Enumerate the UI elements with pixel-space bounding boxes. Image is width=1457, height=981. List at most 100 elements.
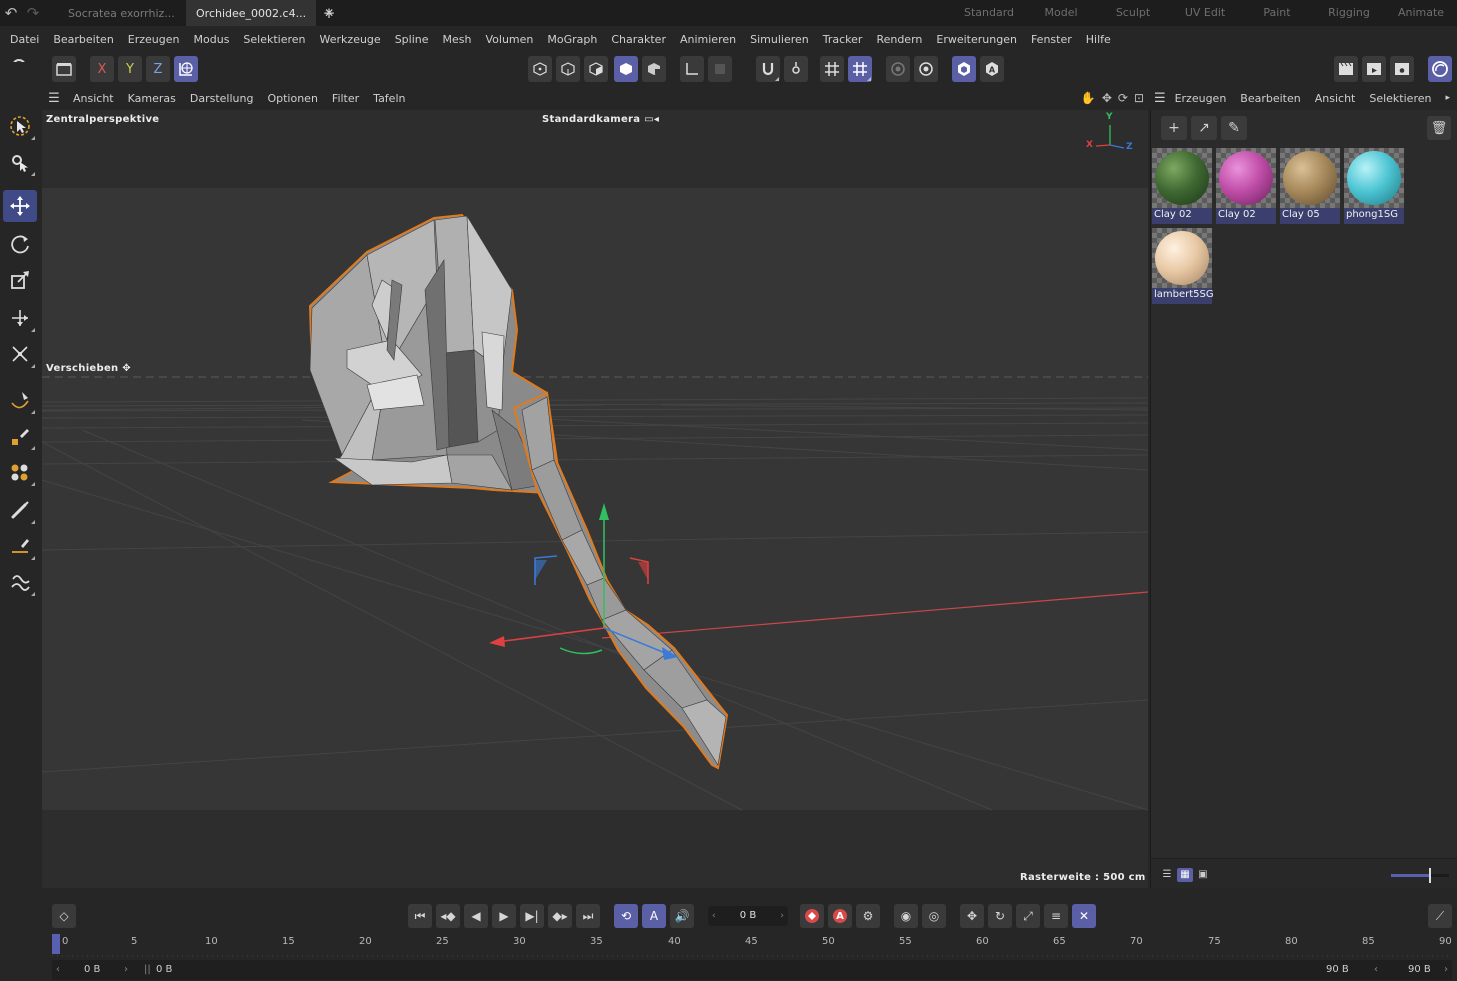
menu-charakter[interactable]: Charakter xyxy=(604,33,673,46)
3d-viewport[interactable]: Zentralperspektive Standardkamera ▭◂ Ver… xyxy=(42,110,1148,888)
layout-paint[interactable]: Paint xyxy=(1241,0,1313,26)
menu-erzeugen[interactable]: Erzeugen xyxy=(121,33,187,46)
range-start-value[interactable]: 0 B xyxy=(84,960,100,980)
viewport-menu-kameras[interactable]: Kameras xyxy=(121,92,183,105)
menu-tracker[interactable]: Tracker xyxy=(816,33,870,46)
menu-mesh[interactable]: Mesh xyxy=(436,33,479,46)
material-hamburger-icon[interactable]: ☰ xyxy=(1152,91,1168,106)
uv-mode-icon[interactable] xyxy=(642,56,666,82)
menu-selektieren[interactable]: Selektieren xyxy=(236,33,312,46)
menu-bearbeiten[interactable]: Bearbeiten xyxy=(46,33,120,46)
render-picture-viewer-icon[interactable] xyxy=(1362,56,1386,82)
add-tab-button[interactable]: + xyxy=(316,4,342,22)
range-end-decrement-icon[interactable]: ‹ xyxy=(1374,960,1378,980)
lock-z-axis-button[interactable]: Z xyxy=(146,56,170,82)
menu-hilfe[interactable]: Hilfe xyxy=(1079,33,1118,46)
render-settings-icon[interactable] xyxy=(914,56,938,82)
key-move-icon[interactable]: ✥ xyxy=(960,904,984,928)
current-frame-field[interactable]: ‹ 0 B › xyxy=(708,906,788,926)
spline-sketch-icon[interactable] xyxy=(3,420,37,452)
tweak-tool-icon[interactable] xyxy=(3,146,37,178)
points-mode-icon[interactable] xyxy=(528,56,552,82)
menu-animieren[interactable]: Animieren xyxy=(673,33,743,46)
sculpt-tool-icon[interactable] xyxy=(3,566,37,598)
material-menu-bearbeiten[interactable]: Bearbeiten xyxy=(1233,92,1307,105)
playback-rate-icon[interactable]: A xyxy=(642,904,666,928)
previous-frame-icon[interactable]: ◀ xyxy=(464,904,488,928)
undo-icon[interactable]: ↶ xyxy=(0,2,22,24)
frame-increment-icon[interactable]: › xyxy=(780,906,784,926)
camera-label[interactable]: Standardkamera ▭◂ xyxy=(542,114,659,125)
spline-pen-icon[interactable] xyxy=(3,384,37,416)
transform-tool-icon[interactable] xyxy=(3,302,37,334)
timeline-curve-icon[interactable]: ⟋ xyxy=(1428,904,1452,928)
menu-erweiterungen[interactable]: Erweiterungen xyxy=(929,33,1024,46)
rotate-tool-icon[interactable] xyxy=(3,228,37,260)
go-to-start-icon[interactable]: ⏮ xyxy=(408,904,432,928)
solo-icon[interactable] xyxy=(708,56,732,82)
next-frame-icon[interactable]: ▶| xyxy=(520,904,544,928)
key-param-icon[interactable]: ≡ xyxy=(1044,904,1068,928)
cinema-logo-icon[interactable] xyxy=(1428,56,1452,82)
preview-range-bar[interactable]: ‹ 0 B › || 0 B 90 B ‹ 90 B › xyxy=(52,960,1452,980)
timeline-ruler[interactable]: 0 5 10 15 20 25 30 35 40 45 50 55 60 65 … xyxy=(52,934,1452,958)
live-selection-icon[interactable] xyxy=(3,110,37,142)
viewport-solo-icon[interactable] xyxy=(952,56,976,82)
lock-x-axis-button[interactable]: X xyxy=(90,56,114,82)
layout-sculpt[interactable]: Sculpt xyxy=(1097,0,1169,26)
material-menu-erzeugen[interactable]: Erzeugen xyxy=(1168,92,1234,105)
trash-icon[interactable]: 🗑 xyxy=(1427,116,1451,140)
menu-datei[interactable]: Datei xyxy=(3,33,46,46)
viewport-hamburger-icon[interactable]: ☰ xyxy=(42,91,66,106)
eyedropper-icon[interactable]: ✎ xyxy=(1221,116,1247,140)
asset-browser-icon[interactable]: A xyxy=(980,56,1004,82)
object-mode-icon[interactable] xyxy=(52,56,76,82)
autokey-button[interactable]: A xyxy=(828,904,852,928)
grid-snap-icon[interactable] xyxy=(820,56,844,82)
menu-mograph[interactable]: MoGraph xyxy=(540,33,604,46)
range-start-increment-icon[interactable]: › xyxy=(124,960,128,980)
range-handle-left-icon[interactable]: || xyxy=(144,960,151,980)
loop-icon[interactable]: ⟲ xyxy=(614,904,638,928)
material-swatch[interactable]: Clay 05 xyxy=(1280,148,1340,224)
menu-werkzeuge[interactable]: Werkzeuge xyxy=(313,33,388,46)
sound-icon[interactable]: 🔊 xyxy=(670,904,694,928)
brush-tool-icon[interactable] xyxy=(3,494,37,526)
workplane-icon[interactable] xyxy=(680,56,704,82)
snap-settings-icon[interactable] xyxy=(784,56,808,82)
list-view-icon[interactable]: ☰ xyxy=(1159,868,1175,882)
document-tab-1[interactable]: Socratea exorrhiz... xyxy=(58,0,186,26)
model-mode-icon[interactable] xyxy=(614,56,638,82)
menu-simulieren[interactable]: Simulieren xyxy=(743,33,816,46)
redo-icon[interactable]: ↷ xyxy=(22,2,44,24)
slider-knob[interactable] xyxy=(1429,868,1431,883)
layout-animate[interactable]: Animate xyxy=(1385,0,1457,26)
record-settings-icon[interactable]: ⚙ xyxy=(856,904,880,928)
render-view-icon[interactable] xyxy=(1334,56,1358,82)
orchid-model[interactable] xyxy=(308,213,729,770)
material-swatch[interactable]: lambert5SG xyxy=(1152,228,1214,304)
go-to-end-icon[interactable]: ⏭ xyxy=(576,904,600,928)
polygons-mode-icon[interactable] xyxy=(584,56,608,82)
keyframe-diamond-icon[interactable]: ◇ xyxy=(52,904,76,928)
apply-material-icon[interactable]: ↗ xyxy=(1191,116,1217,140)
distribute-tool-icon[interactable] xyxy=(3,338,37,370)
grid-workplane-icon[interactable] xyxy=(848,56,872,82)
next-key-icon[interactable]: ◆▸ xyxy=(548,904,572,928)
range-end-value[interactable]: 90 B xyxy=(1408,960,1431,980)
magnet-snap-icon[interactable] xyxy=(756,56,780,82)
dolly-icon[interactable]: ✥ xyxy=(1102,91,1112,105)
viewport-menu-tafeln[interactable]: Tafeln xyxy=(366,92,412,105)
render-settings-clapper-icon[interactable] xyxy=(1390,56,1414,82)
document-tab-2[interactable]: Orchidee_0002.c4... ✕ xyxy=(186,0,334,26)
play-icon[interactable]: ▶ xyxy=(492,904,516,928)
more-menu-arrow-icon[interactable]: ▸ xyxy=(1438,93,1457,103)
orbit-icon[interactable]: ⟳ xyxy=(1118,91,1128,105)
scale-tool-icon[interactable] xyxy=(3,264,37,296)
key-rotation-icon[interactable]: ◎ xyxy=(922,904,946,928)
menu-volumen[interactable]: Volumen xyxy=(478,33,540,46)
pan-hand-icon[interactable]: ✋ xyxy=(1081,91,1096,105)
render-region-icon[interactable] xyxy=(886,56,910,82)
key-rotate-icon[interactable]: ↻ xyxy=(988,904,1012,928)
previous-key-icon[interactable]: ◂◆ xyxy=(436,904,460,928)
